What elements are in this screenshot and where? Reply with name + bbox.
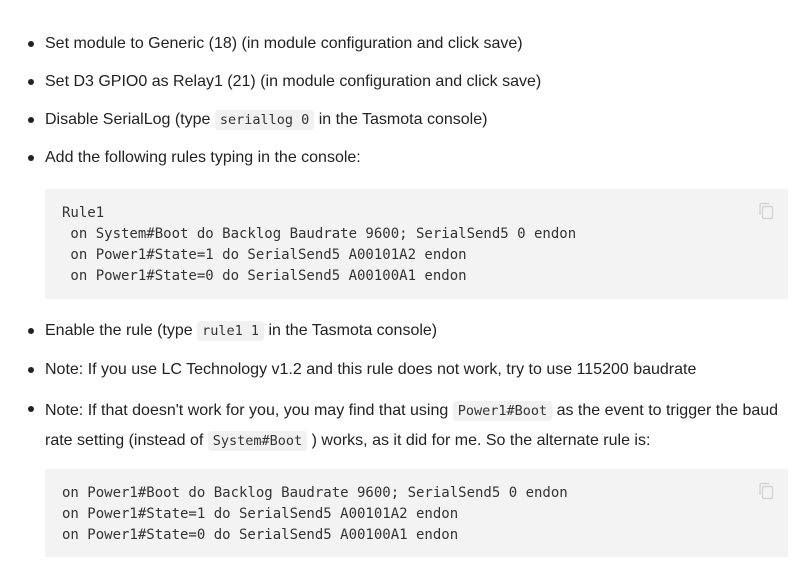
code-line: on Power1#Boot do Backlog Baudrate 9600;… (62, 485, 568, 501)
list-item: Disable SerialLog (type seriallog 0 in t… (28, 107, 785, 133)
copy-code-button[interactable] (758, 202, 774, 220)
step-text: Disable SerialLog (type (45, 111, 215, 128)
code-content: Rule1 on System#Boot do Backlog Baudrate… (62, 203, 576, 287)
step-text: in the Tasmota console) (314, 111, 488, 128)
code-line: on Power1#State=0 do SerialSend5 A00100A… (62, 527, 459, 543)
inline-code: seriallog 0 (214, 110, 315, 130)
step-text: Set module to Generic (18) (in module co… (45, 35, 523, 52)
inline-code: rule1 1 (197, 321, 264, 341)
step-text: ) works, as it did for me. So the altern… (307, 432, 651, 449)
code-line: on System#Boot do Backlog Baudrate 9600;… (62, 226, 577, 242)
list-item: Add the following rules typing in the co… (28, 145, 785, 171)
step-text: Note: If you use LC Technology v1.2 and … (45, 361, 697, 378)
copy-icon (759, 482, 774, 500)
alternate-rule-code-block: on Power1#Boot do Backlog Baudrate 9600;… (45, 469, 788, 557)
code-line: Rule1 (62, 205, 105, 221)
step-text: Enable the rule (type (45, 322, 198, 339)
code-line: on Power1#State=0 do SerialSend5 A00100A… (62, 268, 467, 284)
list-item: Note: If that doesn't work for you, you … (28, 396, 780, 456)
step-text: Add the following rules typing in the co… (45, 149, 361, 166)
inline-code: System#Boot (207, 431, 308, 451)
list-item: Enable the rule (type rule1 1 in the Tas… (28, 318, 785, 344)
code-content: on Power1#Boot do Backlog Baudrate 9600;… (62, 483, 568, 546)
list-item: Set module to Generic (18) (in module co… (28, 31, 785, 57)
list-item: Note: If you use LC Technology v1.2 and … (28, 357, 785, 383)
code-line: on Power1#State=1 do SerialSend5 A00101A… (62, 506, 459, 522)
list-item: Set D3 GPIO0 as Relay1 (21) (in module c… (28, 69, 785, 95)
step-text: in the Tasmota console) (264, 322, 438, 339)
code-line: on Power1#State=1 do SerialSend5 A00101A… (62, 247, 467, 263)
copy-icon (759, 202, 774, 220)
copy-code-button[interactable] (758, 482, 774, 500)
rule-code-block: Rule1 on System#Boot do Backlog Baudrate… (45, 189, 788, 299)
step-text: Note: If that doesn't work for you, you … (45, 402, 453, 419)
step-text: Set D3 GPIO0 as Relay1 (21) (in module c… (45, 73, 542, 90)
inline-code: Power1#Boot (452, 401, 553, 421)
